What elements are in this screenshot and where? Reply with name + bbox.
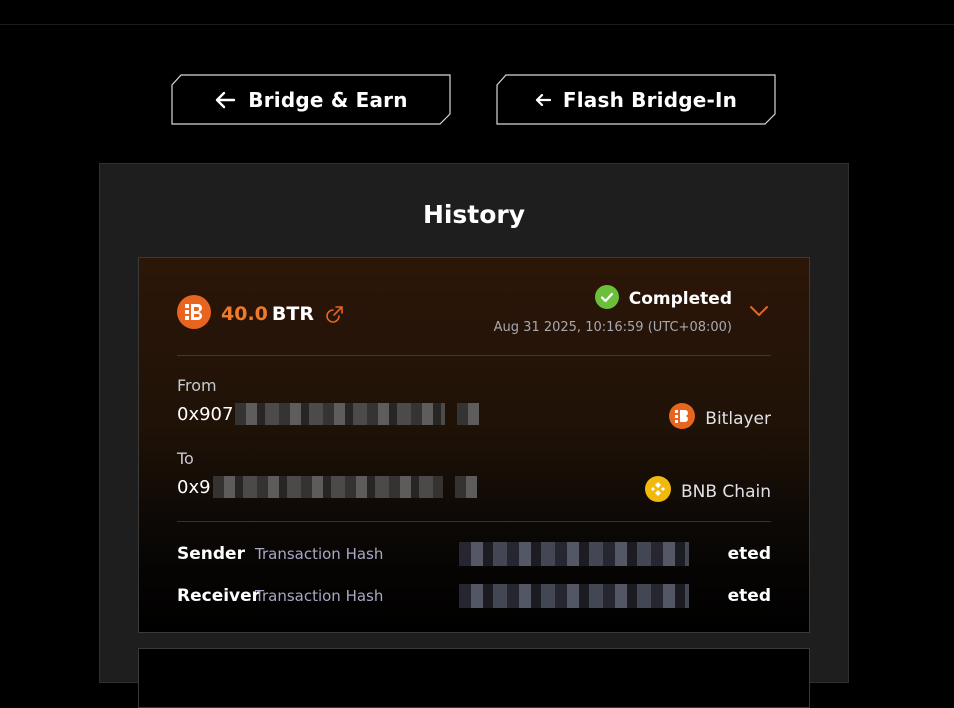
timestamp: Aug 31 2025, 10:16:59 (UTC+08:00): [493, 320, 732, 335]
chevron-down-icon[interactable]: [749, 302, 769, 321]
flash-bridge-in-label: Flash Bridge-In: [562, 87, 738, 112]
redacted-address: [454, 476, 477, 498]
redacted-hash[interactable]: [459, 542, 689, 566]
flash-bridge-in-button[interactable]: Flash Bridge-In: [496, 74, 776, 125]
receiver-hash-label: Transaction Hash: [255, 587, 384, 605]
to-chain-name: BNB Chain: [680, 481, 771, 502]
token-amount-row: 40.0 BTR: [177, 295, 344, 333]
bridge-earn-label: Bridge & Earn: [248, 87, 408, 112]
from-chain-name: Bitlayer: [705, 408, 771, 429]
redacted-address: [457, 403, 480, 425]
status-badge: Completed: [628, 289, 732, 309]
history-item-card-next: [138, 648, 810, 708]
check-circle-icon: [594, 285, 619, 313]
external-link-icon[interactable]: [326, 305, 344, 323]
status-row: Completed: [594, 285, 732, 313]
top-bar: [0, 0, 954, 25]
receiver-hash-row: Receiver Transaction Hash eted: [177, 584, 771, 608]
history-title: History: [422, 200, 526, 229]
arrow-left-icon: [214, 91, 236, 109]
bridge-earn-button[interactable]: Bridge & Earn: [171, 74, 451, 125]
divider: [177, 521, 771, 522]
from-label: From: [177, 376, 217, 395]
from-address[interactable]: 0x907: [177, 403, 480, 425]
token-amount: 40.0: [221, 303, 268, 325]
redacted-address: [235, 403, 446, 425]
divider: [177, 355, 771, 356]
btr-token-icon: [177, 295, 211, 333]
to-chain: BNB Chain: [644, 476, 771, 507]
sender-hash-row: Sender Transaction Hash eted: [177, 542, 771, 566]
bnb-chain-icon: [644, 476, 671, 507]
from-address-prefix: 0x907: [177, 403, 234, 425]
history-item-card: 40.0 BTR Completed Aug 31 2025, 10:16:59…: [138, 257, 810, 633]
from-chain: Bitlayer: [669, 403, 771, 434]
sender-hash-label: Transaction Hash: [255, 545, 384, 563]
receiver-label: Receiver: [177, 586, 261, 606]
bitlayer-icon: [669, 403, 696, 434]
sender-status: eted: [727, 544, 771, 564]
sender-label: Sender: [177, 544, 245, 564]
arrow-left-icon: [535, 93, 551, 107]
token-symbol: BTR: [271, 303, 314, 325]
to-address-prefix: 0x9: [177, 476, 211, 498]
to-label: To: [177, 449, 194, 468]
receiver-status: eted: [727, 586, 771, 606]
redacted-address: [212, 476, 443, 498]
redacted-hash[interactable]: [459, 584, 689, 608]
to-address[interactable]: 0x9: [177, 476, 477, 498]
history-panel: History 40.0 BTR Completed Aug 31 2025, …: [99, 163, 849, 708]
